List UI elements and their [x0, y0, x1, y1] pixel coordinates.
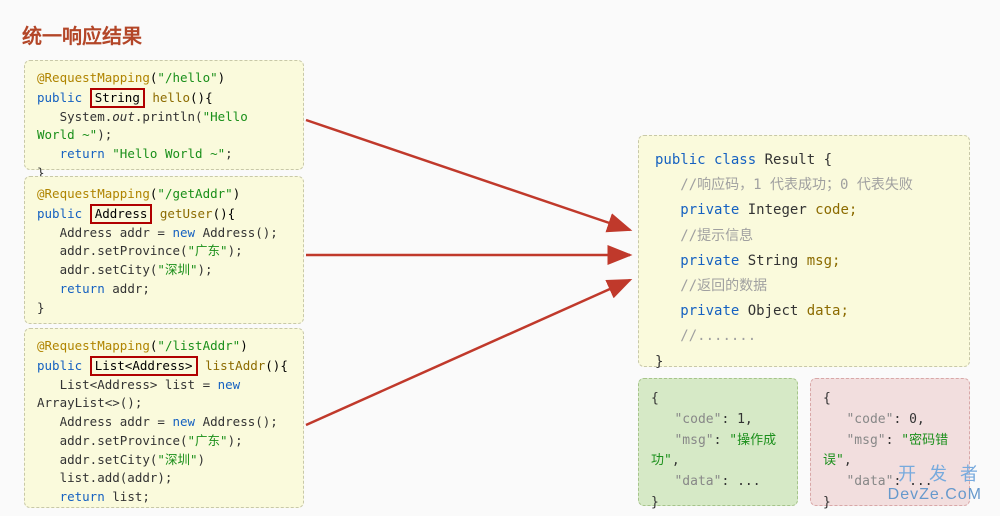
- anno-arg: "/getAddr": [157, 186, 232, 201]
- kw-new: new: [172, 225, 195, 240]
- method-name: hello: [152, 90, 190, 105]
- txt: .println(: [135, 109, 203, 124]
- txt: addr.setProvince(: [60, 243, 188, 258]
- watermark-line2: DevZe.CoM: [888, 486, 982, 504]
- txt: );: [97, 127, 112, 142]
- field: data;: [807, 303, 849, 319]
- txt: addr.setCity(: [60, 452, 158, 467]
- txt: ArrayList<>();: [37, 395, 142, 410]
- json-key: "msg": [674, 433, 713, 448]
- txt: addr.setProvince(: [60, 433, 188, 448]
- txt: );: [228, 243, 243, 258]
- txt: Address();: [195, 414, 278, 429]
- annotation: @RequestMapping: [37, 70, 150, 85]
- watermark-line1: 开 发 者: [888, 460, 982, 486]
- watermark: 开 发 者 DevZe.CoM: [888, 460, 982, 504]
- code-block-listaddr: @RequestMapping("/listAddr") public List…: [24, 328, 304, 508]
- txt: addr.setCity(: [60, 262, 158, 277]
- txt: :: [714, 433, 730, 448]
- kw-public: public: [37, 206, 82, 221]
- str: "广东": [188, 243, 228, 258]
- kw-private: private: [680, 303, 739, 319]
- txt: );: [197, 262, 212, 277]
- txt: );: [228, 433, 243, 448]
- kw-return: return: [60, 146, 113, 161]
- txt: System.: [60, 109, 113, 124]
- kw-return: return: [60, 489, 113, 504]
- str: "深圳": [157, 262, 197, 277]
- return-type-box: Address: [90, 204, 153, 224]
- kw-new: new: [218, 377, 241, 392]
- class-name: Result {: [756, 152, 832, 168]
- txt: ): [197, 452, 205, 467]
- json-val: : ...: [721, 474, 760, 489]
- txt: ;: [225, 146, 233, 161]
- txt: List<Address> list =: [60, 377, 218, 392]
- txt: out: [112, 109, 135, 124]
- brace: }: [655, 350, 953, 375]
- brace: {: [823, 389, 957, 410]
- kw-class: public class: [655, 152, 756, 168]
- code-block-hello: @RequestMapping("/hello") public String …: [24, 60, 304, 170]
- brace: }: [37, 299, 291, 318]
- annotation: @RequestMapping: [37, 338, 150, 353]
- comment: //响应码，1 代表成功；0 代表失败: [680, 177, 913, 193]
- return-type-box: String: [90, 88, 145, 108]
- txt: Address addr =: [60, 225, 173, 240]
- json-success-panel: { "code": 1, "msg": "操作成功", "data": ... …: [638, 378, 798, 506]
- json-key: "code": [846, 412, 893, 427]
- txt: ,: [844, 453, 852, 468]
- json-key: "data": [674, 474, 721, 489]
- code-block-getaddr: @RequestMapping("/getAddr") public Addre…: [24, 176, 304, 324]
- anno-arg: "/hello": [157, 70, 217, 85]
- result-class-panel: public class Result { //响应码，1 代表成功；0 代表失…: [638, 135, 970, 367]
- json-val: : 1,: [721, 412, 752, 427]
- txt: Integer: [739, 202, 815, 218]
- kw-public: public: [37, 90, 82, 105]
- str: "Hello World ~": [112, 146, 225, 161]
- page-title: 统一响应结果: [22, 20, 142, 49]
- kw-return: return: [60, 281, 113, 296]
- txt: Object: [739, 303, 806, 319]
- anno-arg: "/listAddr": [157, 338, 240, 353]
- annotation: @RequestMapping: [37, 186, 150, 201]
- json-key: "code": [674, 412, 721, 427]
- txt: addr;: [112, 281, 150, 296]
- method-name: getUser: [160, 206, 213, 221]
- txt: list.add(addr);: [60, 470, 173, 485]
- method-name: listAddr: [205, 358, 265, 373]
- txt: String: [739, 253, 806, 269]
- txt: Address addr =: [60, 414, 173, 429]
- txt: Address();: [195, 225, 278, 240]
- field: code;: [815, 202, 857, 218]
- kw-new: new: [172, 414, 195, 429]
- brace: }: [651, 493, 785, 514]
- return-type-box: List<Address>: [90, 356, 198, 376]
- str: "深圳": [157, 452, 197, 467]
- txt: list;: [112, 489, 150, 504]
- field: msg;: [807, 253, 841, 269]
- brace: {: [651, 389, 785, 410]
- txt: :: [886, 433, 902, 448]
- json-val: : 0,: [893, 412, 924, 427]
- kw-private: private: [680, 253, 739, 269]
- comment: //返回的数据: [680, 278, 767, 294]
- json-key: "data": [846, 474, 893, 489]
- comment: //.......: [680, 328, 756, 344]
- txt: ,: [672, 453, 680, 468]
- kw-public: public: [37, 358, 82, 373]
- kw-private: private: [680, 202, 739, 218]
- comment: //提示信息: [680, 228, 753, 244]
- str: "广东": [188, 433, 228, 448]
- json-key: "msg": [846, 433, 885, 448]
